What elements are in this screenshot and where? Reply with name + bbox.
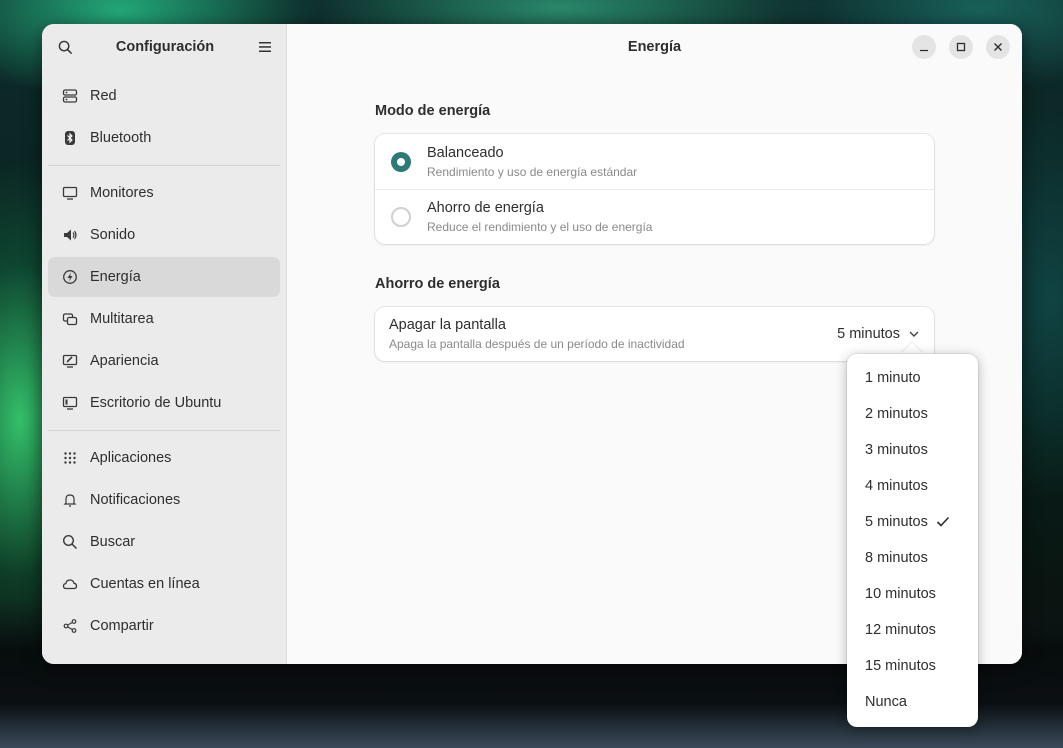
sidebar-item-label: Energía (90, 269, 141, 285)
option-title: Balanceado (427, 144, 504, 161)
dropdown-option-label: 10 minutos (865, 586, 936, 602)
radio-balanced[interactable] (391, 151, 411, 172)
search-icon[interactable] (56, 38, 74, 56)
hamburger-menu-icon[interactable] (256, 38, 274, 56)
header-bar: Energía (287, 24, 1022, 70)
sidebar-item-escritorio-de-ubuntu[interactable]: Escritorio de Ubuntu (48, 383, 280, 423)
sidebar-item-label: Sonido (90, 227, 136, 243)
timeout-dropdown-popover: 1 minuto 2 minutos 3 minutos 4 minutos 5 min… (847, 354, 978, 727)
dropdown-option-label: 15 minutos (865, 658, 936, 674)
maximize-button[interactable] (949, 35, 973, 59)
sidebar-item-compartir[interactable]: Compartir (48, 606, 280, 646)
power-mode-card: Balanceado Rendimiento y uso de energía … (375, 134, 934, 244)
sidebar-item-monitores[interactable]: Monitores (48, 173, 280, 213)
apps-grid-icon (62, 450, 78, 466)
sidebar-item-label: Monitores (90, 185, 154, 201)
power-mode-option-balanced[interactable]: Balanceado Rendimiento y uso de energía … (375, 134, 934, 189)
screen-blank-title: Apagar la pantalla (389, 317, 506, 333)
radio-power-saver[interactable] (391, 207, 411, 227)
power-saving-card: Apagar la pantalla Apaga la pantalla des… (375, 307, 934, 361)
dropdown-option-2-minutos[interactable]: 2 minutos (847, 396, 978, 432)
monitor-icon (62, 185, 78, 201)
cloud-icon (62, 576, 78, 592)
sidebar-item-red[interactable]: Red (48, 76, 280, 116)
dropdown-option-label: 3 minutos (865, 442, 928, 458)
dropdown-option-8-minutos[interactable]: 8 minutos (847, 540, 978, 576)
dropdown-option-label: 1 minuto (865, 370, 921, 386)
sidebar: Configuración Red Bluetooth Monitores Sonid… (42, 24, 287, 664)
screen-blank-subtitle: Apaga la pantalla después de un período … (389, 337, 685, 351)
dropdown-option-label: 8 minutos (865, 550, 928, 566)
maximize-icon (956, 42, 966, 52)
dropdown-option-nunca[interactable]: Nunca (847, 684, 978, 720)
dropdown-option-1-minuto[interactable]: 1 minuto (847, 360, 978, 396)
sidebar-item-energia[interactable]: Energía (48, 257, 280, 297)
dropdown-option-label: 2 minutos (865, 406, 928, 422)
window-controls (912, 35, 1010, 59)
bell-icon (62, 492, 78, 508)
sidebar-header: Configuración (42, 24, 286, 70)
sidebar-item-label: Red (90, 88, 117, 104)
sidebar-separator (48, 165, 280, 166)
power-mode-option-saver[interactable]: Ahorro de energía Reduce el rendimiento … (375, 189, 934, 244)
dropdown-option-label: Nunca (865, 694, 907, 710)
dropdown-option-15-minutos[interactable]: 15 minutos (847, 648, 978, 684)
sidebar-title: Configuración (115, 39, 215, 55)
screen-blank-dropdown[interactable]: 5 minutos (837, 326, 920, 342)
chevron-down-icon (908, 328, 920, 340)
close-button[interactable] (986, 35, 1010, 59)
sidebar-item-label: Cuentas en línea (90, 576, 200, 592)
option-title: Ahorro de energía (427, 200, 544, 216)
sidebar-item-buscar[interactable]: Buscar (48, 522, 280, 562)
sidebar-item-cuentas-en-linea[interactable]: Cuentas en línea (48, 564, 280, 604)
sidebar-item-multitarea[interactable]: Multitarea (48, 299, 280, 339)
option-subtitle: Reduce el rendimiento y el uso de energí… (427, 220, 653, 234)
sidebar-item-aplicaciones[interactable]: Aplicaciones (48, 438, 280, 478)
power-icon (62, 269, 78, 285)
page-title: Energía (627, 39, 682, 55)
appearance-icon (62, 353, 78, 369)
dropdown-option-12-minutos[interactable]: 12 minutos (847, 612, 978, 648)
screen-blank-row[interactable]: Apagar la pantalla Apaga la pantalla des… (375, 307, 934, 361)
dropdown-option-label: 4 minutos (865, 478, 928, 494)
minimize-button[interactable] (912, 35, 936, 59)
dropdown-option-label: 12 minutos (865, 622, 936, 638)
sidebar-item-label: Escritorio de Ubuntu (90, 395, 222, 411)
screen-blank-value: 5 minutos (837, 326, 900, 342)
network-icon (62, 88, 78, 104)
sidebar-item-notificaciones[interactable]: Notificaciones (48, 480, 280, 520)
sidebar-separator (48, 430, 280, 431)
close-icon (994, 43, 1002, 51)
dropdown-option-4-minutos[interactable]: 4 minutos (847, 468, 978, 504)
dropdown-option-label: 5 minutos (865, 514, 928, 530)
sidebar-item-apariencia[interactable]: Apariencia (48, 341, 280, 381)
sidebar-item-label: Bluetooth (90, 130, 152, 146)
power-saving-section-title: Ahorro de energía (375, 276, 500, 292)
checkmark-icon (936, 516, 950, 528)
option-subtitle: Rendimiento y uso de energía estándar (427, 164, 638, 179)
sidebar-item-label: Multitarea (90, 311, 154, 327)
sidebar-item-label: Apariencia (90, 353, 159, 369)
speaker-icon (62, 227, 78, 243)
sidebar-item-label: Aplicaciones (90, 450, 172, 466)
minimize-icon (920, 49, 928, 52)
multitasking-icon (62, 311, 78, 327)
sidebar-item-bluetooth[interactable]: Bluetooth (48, 118, 280, 158)
ubuntu-desktop-icon (62, 395, 78, 411)
sidebar-item-label: Notificaciones (90, 492, 181, 508)
dropdown-option-3-minutos[interactable]: 3 minutos (847, 432, 978, 468)
sidebar-nav: Red Bluetooth Monitores Sonido Energía Multit… (42, 70, 286, 652)
sidebar-item-label: Buscar (90, 534, 136, 550)
bluetooth-icon (62, 130, 78, 146)
share-icon (62, 618, 78, 634)
dropdown-option-5-minutos[interactable]: 5 minutos (847, 504, 978, 540)
sidebar-item-label: Compartir (90, 618, 154, 634)
sidebar-item-sonido[interactable]: Sonido (48, 215, 280, 255)
search-icon (62, 534, 78, 550)
dropdown-option-10-minutos[interactable]: 10 minutos (847, 576, 978, 612)
power-mode-section-title: Modo de energía (375, 103, 491, 119)
